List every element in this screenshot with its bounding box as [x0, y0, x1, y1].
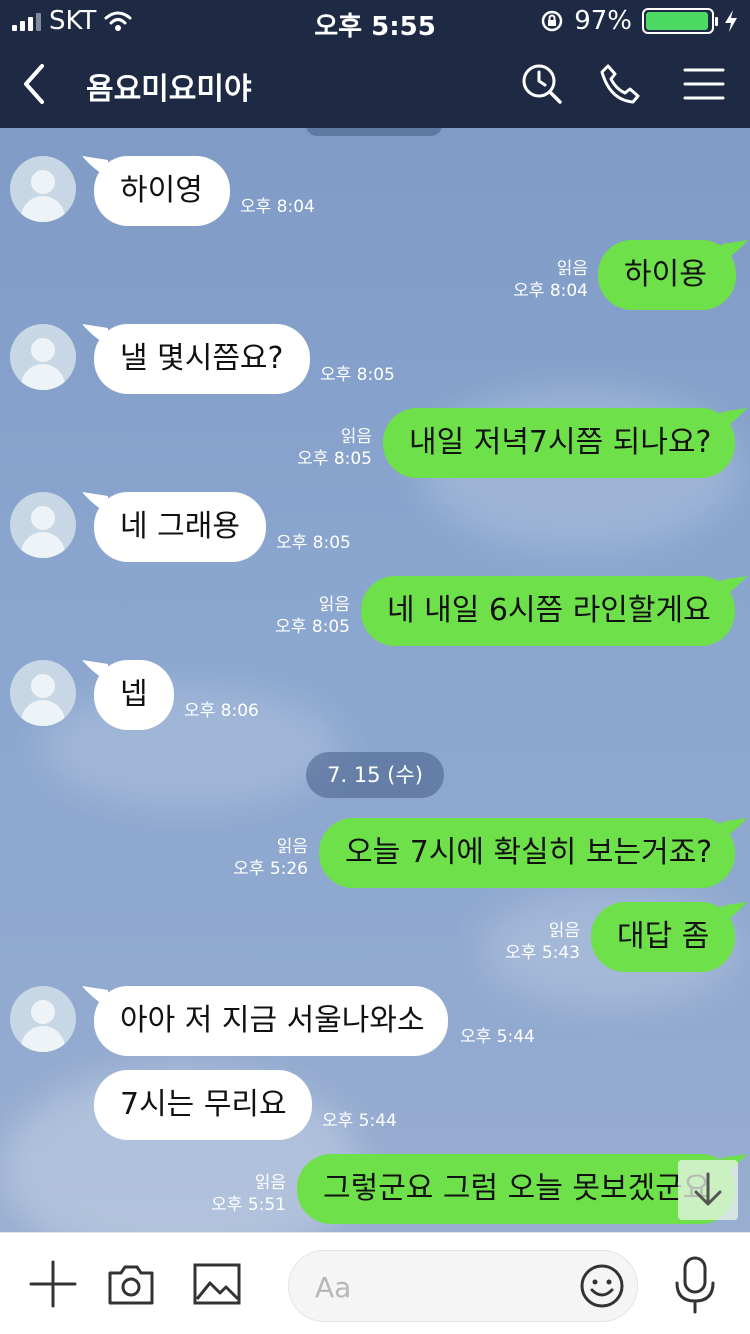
message-time: 오후 8:04: [240, 197, 315, 217]
date-divider: 7. 15 (수): [306, 752, 444, 798]
rotation-lock-icon: [541, 10, 563, 32]
message-meta: 읽음 오후 8:05: [262, 594, 350, 638]
message-text: 오늘 7시에 확실히 보는거죠?: [345, 835, 713, 870]
previous-date-chip: [306, 128, 442, 136]
outgoing-message[interactable]: 대답 좀: [591, 902, 747, 972]
input-toolbar: Aa: [0, 1232, 750, 1334]
outgoing-message[interactable]: 내일 저녁7시쯤 되나요?: [383, 408, 747, 478]
battery-icon: [642, 8, 718, 34]
message-text: 낼 몇시쯤요?: [120, 341, 284, 376]
message-time: 오후 5:51: [211, 1195, 286, 1215]
friend-avatar[interactable]: [10, 986, 76, 1052]
message-text: 넵: [120, 677, 148, 712]
status-bar: SKT 오후 5:55 97%: [0, 0, 750, 42]
message-text: 하이영: [120, 173, 203, 208]
message-time: 오후 8:05: [320, 365, 395, 385]
incoming-message[interactable]: 넵: [82, 660, 174, 730]
message-time: 오후 8:04: [513, 281, 588, 301]
camera-icon[interactable]: [106, 1259, 156, 1309]
incoming-message[interactable]: 낼 몇시쯤요?: [82, 324, 310, 394]
friend-avatar[interactable]: [10, 492, 76, 558]
message-meta: 읽음 오후 5:26: [220, 836, 308, 880]
message-time: 오후 5:26: [233, 859, 308, 879]
menu-icon[interactable]: [682, 62, 726, 106]
message-time: 오후 8:05: [297, 449, 372, 469]
incoming-message[interactable]: 7시는 무리요: [94, 1070, 312, 1140]
message-text: 네 그래용: [120, 509, 240, 544]
message-time: 오후 8:05: [276, 533, 351, 553]
incoming-message[interactable]: 네 그래용: [82, 492, 266, 562]
scroll-to-bottom-button[interactable]: [678, 1160, 738, 1220]
read-receipt: 읽음: [276, 837, 308, 857]
outgoing-message[interactable]: 그렇군요 그럼 오늘 못보겠군요: [297, 1154, 747, 1224]
outgoing-message[interactable]: 네 내일 6시쯤 라인할게요: [361, 576, 747, 646]
back-icon[interactable]: [18, 62, 58, 106]
outgoing-message[interactable]: 하이용: [598, 240, 748, 310]
message-meta: 읽음 오후 5:51: [198, 1172, 286, 1216]
message-time: 오후 5:43: [505, 943, 580, 963]
chat-title: 욤요미요미야: [86, 72, 252, 107]
message-meta: 읽음 오후 5:43: [492, 920, 580, 964]
image-icon[interactable]: [192, 1259, 242, 1309]
battery-percent: 97%: [574, 6, 632, 36]
message-text: 네 내일 6시쯤 라인할게요: [387, 593, 711, 628]
message-input-placeholder: Aa: [315, 1271, 352, 1304]
message-text: 아아 저 지금 서울나와소: [120, 1003, 425, 1038]
message-meta: 읽음 오후 8:04: [500, 258, 588, 302]
message-input[interactable]: Aa: [288, 1250, 638, 1322]
charging-icon: [725, 10, 737, 32]
message-time: 오후 8:06: [184, 701, 259, 721]
search-icon[interactable]: [520, 62, 564, 106]
chat-header: 욤요미요미야: [0, 40, 750, 128]
call-icon[interactable]: [598, 62, 642, 106]
message-text: 7시는 무리요: [120, 1087, 287, 1122]
emoji-icon[interactable]: [579, 1263, 625, 1309]
read-receipt: 읽음: [556, 259, 588, 279]
friend-avatar[interactable]: [10, 324, 76, 390]
message-text: 내일 저녁7시쯤 되나요?: [409, 425, 712, 460]
friend-avatar[interactable]: [10, 660, 76, 726]
message-time: 오후 8:05: [275, 617, 350, 637]
arrow-down-icon: [694, 1172, 722, 1206]
message-text: 대답 좀: [617, 919, 710, 954]
incoming-message[interactable]: 하이영: [82, 156, 230, 226]
message-time: 오후 5:44: [322, 1111, 397, 1131]
message-text: 그렇군요 그럼 오늘 못보겠군요: [323, 1171, 711, 1206]
outgoing-message[interactable]: 오늘 7시에 확실히 보는거죠?: [319, 818, 747, 888]
friend-avatar[interactable]: [10, 156, 76, 222]
read-receipt: 읽음: [254, 1173, 286, 1193]
message-meta: 읽음 오후 8:05: [284, 426, 372, 470]
incoming-message[interactable]: 아아 저 지금 서울나와소: [82, 986, 448, 1056]
read-receipt: 읽음: [318, 595, 350, 615]
message-time: 오후 5:44: [460, 1027, 535, 1047]
plus-icon[interactable]: [28, 1259, 78, 1309]
mic-icon[interactable]: [668, 1255, 722, 1315]
read-receipt: 읽음: [340, 427, 372, 447]
chat-area[interactable]: 하이영 오후 8:04 읽음 오후 8:04 하이용 낼 몇시쯤요? 오후 8:…: [0, 128, 750, 1232]
read-receipt: 읽음: [548, 921, 580, 941]
message-text: 하이용: [624, 257, 707, 292]
